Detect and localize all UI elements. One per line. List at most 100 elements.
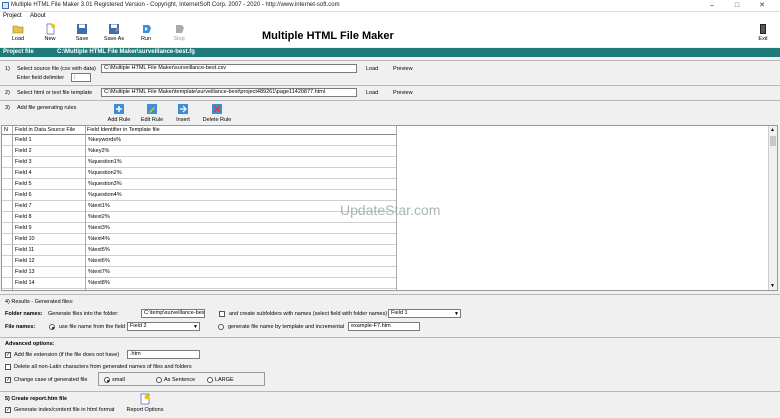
grid-vertical-scrollbar[interactable]: ▲ ▼ [768, 126, 777, 290]
table-row[interactable]: Field 9 %text3% [2, 223, 396, 234]
insert-rule-button[interactable]: Insert [172, 103, 194, 123]
table-row[interactable]: Field 14 %text8% [2, 278, 396, 289]
table-row[interactable]: Field 1 %keywords% [2, 135, 396, 146]
step3-number: 3) [5, 105, 10, 111]
table-row[interactable]: Field 6 %question4% [2, 190, 396, 201]
table-row[interactable]: Field 7 %text1% [2, 201, 396, 212]
generate-name-input[interactable]: example-F7.htm [348, 322, 420, 331]
load-button[interactable]: Load [5, 22, 31, 46]
grid-col-divider [12, 126, 13, 290]
grid-cell-source-field: Field 11 [15, 247, 35, 253]
scroll-down-icon[interactable]: ▼ [770, 283, 775, 289]
generate-name-radio[interactable] [218, 324, 224, 330]
menu-about[interactable]: About [30, 13, 46, 19]
table-row[interactable]: Field 12 %text6% [2, 256, 396, 267]
new-file-icon [46, 23, 55, 35]
grid-cell-source-field: Field 12 [15, 258, 35, 264]
scroll-thumb[interactable] [770, 136, 776, 146]
edit-rule-button[interactable]: Edit Rule [139, 103, 165, 123]
grid-header-n: N [4, 127, 8, 133]
table-row[interactable]: Field 2 %key2% [2, 146, 396, 157]
save-as-button[interactable]: Save As [101, 22, 127, 46]
new-button[interactable]: New [37, 22, 63, 46]
grid-header-identifier: Field Identifier in Template file [87, 127, 160, 133]
case-sentence-radio[interactable] [156, 377, 162, 383]
delimiter-input[interactable]: ; [71, 73, 91, 82]
stop-button[interactable]: Stop [166, 22, 192, 46]
source-preview-link[interactable]: Preview [393, 66, 413, 72]
chevron-down-icon: ▼ [454, 311, 459, 317]
output-folder-input[interactable]: C:\temp\surveillance-best\ [141, 309, 205, 318]
case-sentence-label: As Sentence [164, 377, 196, 383]
table-row[interactable]: Field 3 %question1% [2, 157, 396, 168]
extension-input[interactable]: .htm [127, 350, 200, 359]
step1-number: 1) [5, 66, 10, 72]
use-field-radio[interactable] [49, 324, 55, 330]
case-large-radio[interactable] [207, 377, 213, 383]
template-load-link[interactable]: Load [366, 90, 378, 96]
delete-rule-button[interactable]: Delete Rule [201, 103, 233, 123]
delete-nonlatin-text: Delete all non-Latin characters from gen… [14, 364, 192, 370]
subfolders-select[interactable]: Field 1 ▼ [388, 309, 461, 318]
generate-index-checkbox[interactable]: ✓ [5, 407, 11, 413]
project-file-label: Project file [3, 49, 34, 55]
case-small-radio[interactable] [104, 377, 110, 383]
report-options-button[interactable]: Report Options [124, 393, 166, 415]
case-small-label: small [112, 377, 125, 383]
case-large-label: LARGE [215, 377, 234, 383]
step3-label: Add file generating rules [17, 105, 77, 111]
table-row[interactable]: Field 4 %question2% [2, 168, 396, 179]
use-field-select-value: Field 2 [130, 323, 147, 329]
window-title: Multiple HTML File Maker 3.01 Registered… [11, 2, 340, 8]
grid-cell-identifier: %keywords% [88, 137, 122, 143]
file-names-label: File names: [5, 324, 36, 330]
table-row[interactable]: Field 10 %text4% [2, 234, 396, 245]
grid-cell-source-field: Field 2 [15, 148, 32, 154]
grid-cell-source-field: Field 14 [15, 280, 35, 286]
scroll-up-icon[interactable]: ▲ [770, 127, 775, 133]
divider [0, 85, 780, 86]
subfolders-checkbox[interactable] [219, 311, 225, 317]
divider [0, 60, 780, 61]
use-field-select[interactable]: Field 2 ▼ [127, 322, 200, 331]
delete-nonlatin-checkbox[interactable] [5, 364, 11, 370]
close-icon[interactable]: ✕ [757, 1, 767, 11]
menu-project[interactable]: Project [3, 13, 22, 19]
generate-index-text: Generate index/content file in html form… [14, 407, 115, 413]
divider [0, 294, 780, 295]
run-button[interactable]: Run [133, 22, 159, 46]
grid-cell-source-field: Field 1 [15, 137, 32, 143]
minimize-icon[interactable]: – [707, 1, 717, 11]
template-preview-link[interactable]: Preview [393, 90, 413, 96]
add-rule-button[interactable]: Add Rule [106, 103, 132, 123]
grid-cell-identifier: %text4% [88, 236, 110, 242]
divider [0, 337, 780, 338]
case-options-group: small As Sentence LARGE [98, 372, 265, 386]
maximize-icon[interactable]: □ [732, 1, 742, 11]
table-row[interactable]: Field 13 %text7% [2, 267, 396, 278]
grid-cell-source-field: Field 6 [15, 192, 32, 198]
step4-title: 4) Results - Generated files: [5, 299, 74, 305]
menu-bar: Project About [0, 12, 780, 21]
grid-col-divider [85, 126, 86, 290]
generate-name-text: generate file name by template and incre… [228, 324, 345, 330]
table-row[interactable]: Field 8 %text2% [2, 212, 396, 223]
change-case-checkbox[interactable]: ✓ [5, 377, 11, 383]
add-extension-text: Add file extension (if the file does not… [14, 352, 120, 358]
grid-cell-source-field: Field 5 [15, 181, 32, 187]
grid-cell-identifier: %text1% [88, 203, 110, 209]
title-bar: Multiple HTML File Maker 3.01 Registered… [0, 0, 780, 12]
source-load-link[interactable]: Load [366, 66, 378, 72]
template-file-input[interactable]: C:\Multiple HTML File Maker\template\sur… [101, 88, 357, 97]
exit-button[interactable]: Exit [750, 22, 776, 46]
source-file-input[interactable]: C:\Multiple HTML File Maker\surveillance… [101, 64, 357, 73]
grid-cell-source-field: Field 7 [15, 203, 32, 209]
delete-rule-icon [212, 104, 222, 114]
table-row[interactable]: Field 5 %question3% [2, 179, 396, 190]
table-row[interactable]: Field 11 %text5% [2, 245, 396, 256]
add-extension-checkbox[interactable]: ✓ [5, 352, 11, 358]
grid-cell-source-field: Field 9 [15, 225, 32, 231]
report-options-icon [140, 393, 150, 405]
save-button[interactable]: Save [69, 22, 95, 46]
grid-cell-identifier: %text3% [88, 225, 110, 231]
